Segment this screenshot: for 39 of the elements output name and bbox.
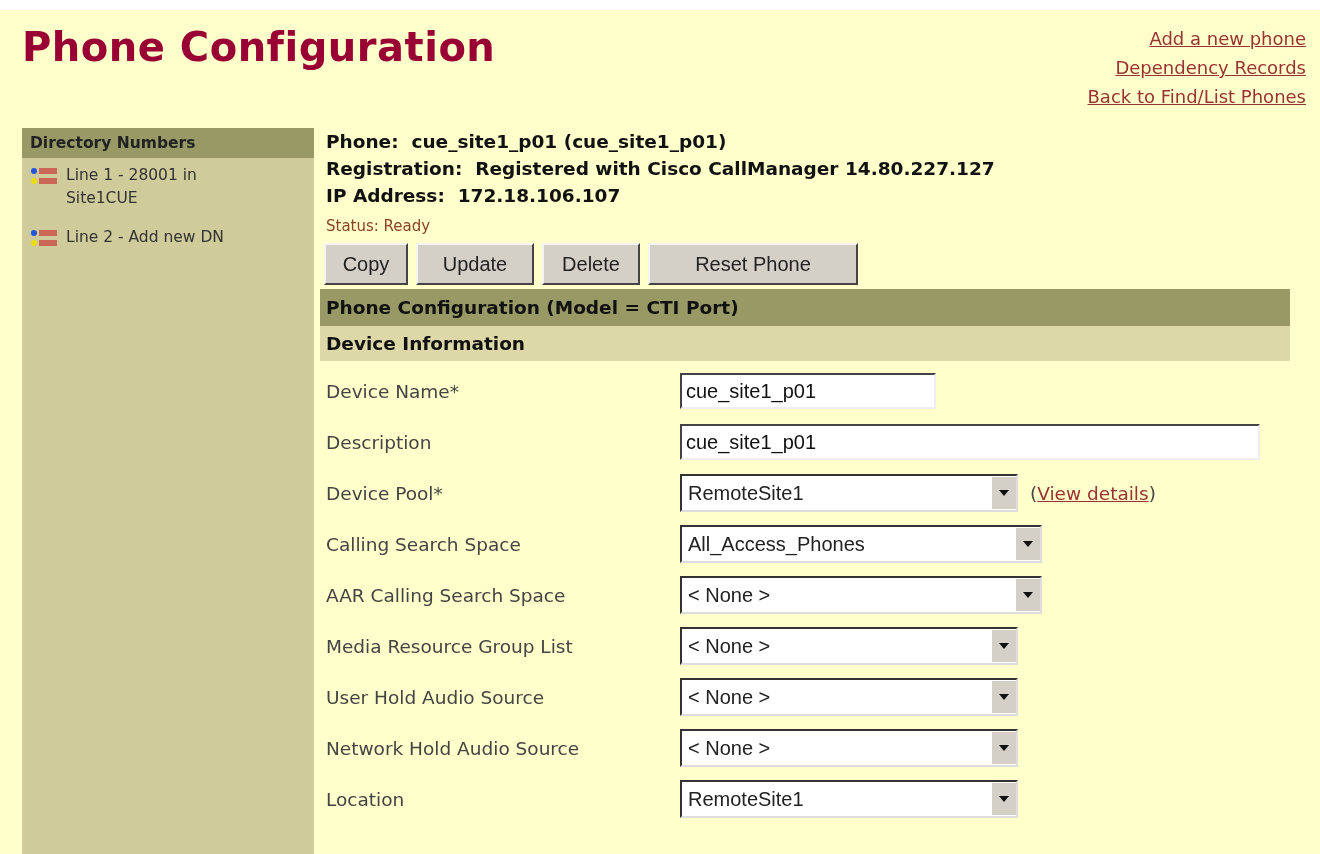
action-button[interactable]: Copy: [324, 243, 408, 285]
nav-link[interactable]: Back to Find/List Phones: [1087, 82, 1306, 111]
field-label: Network Hold Audio Source: [325, 737, 581, 759]
view-details-text: (View details): [1030, 482, 1156, 504]
field-label: Device Name*: [325, 380, 460, 402]
page-title: Phone Configuration: [22, 24, 496, 70]
status-text: Status: Ready: [325, 216, 432, 235]
text-input-field[interactable]: cue_site1_p01: [680, 373, 936, 409]
action-button[interactable]: Delete: [542, 243, 640, 285]
text-input-field[interactable]: cue_site1_p01: [680, 424, 1260, 460]
field-label: Location: [325, 788, 406, 810]
section-header: Phone Configuration (Model = CTI Port): [320, 289, 1290, 326]
dropdown-field[interactable]: RemoteSite1: [680, 780, 1018, 818]
phone-summary-line: IP Address: 172.18.106.107: [325, 184, 622, 208]
dropdown-field[interactable]: < None >: [680, 576, 1042, 614]
dropdown-field[interactable]: < None >: [680, 627, 1018, 665]
dropdown-field[interactable]: All_Access_Phones: [680, 525, 1042, 563]
nav-link[interactable]: Dependency Records: [1115, 53, 1306, 82]
subsection-header: Device Information: [320, 326, 1290, 361]
sidebar-heading: Directory Numbers: [22, 128, 314, 158]
field-label: User Hold Audio Source: [325, 686, 546, 708]
line-status-icon: [30, 165, 60, 187]
phone-summary-line: Phone: cue_site1_p01 (cue_site1_p01): [325, 130, 728, 154]
dropdown-field[interactable]: RemoteSite1: [680, 474, 1018, 512]
line-status-icon: [30, 227, 60, 249]
dropdown-field[interactable]: < None >: [680, 729, 1018, 767]
nav-link[interactable]: Add a new phone: [1149, 24, 1306, 53]
field-label: Device Pool*: [325, 482, 444, 504]
view-details-link[interactable]: View details: [1037, 482, 1149, 504]
directory-line-link[interactable]: Line 1 - 28001 in Site1CUE: [22, 158, 268, 220]
field-label: Description: [325, 431, 433, 453]
field-label: AAR Calling Search Space: [325, 584, 567, 606]
action-button[interactable]: Update: [416, 243, 534, 285]
field-label: Calling Search Space: [325, 533, 522, 555]
directory-line-link[interactable]: Line 2 - Add new DN: [22, 220, 268, 259]
field-label: Media Resource Group List: [325, 635, 574, 657]
action-button[interactable]: Reset Phone: [648, 243, 858, 285]
dropdown-field[interactable]: < None >: [680, 678, 1018, 716]
phone-summary-line: Registration: Registered with Cisco CallManager 14.80.227.127: [325, 157, 996, 181]
